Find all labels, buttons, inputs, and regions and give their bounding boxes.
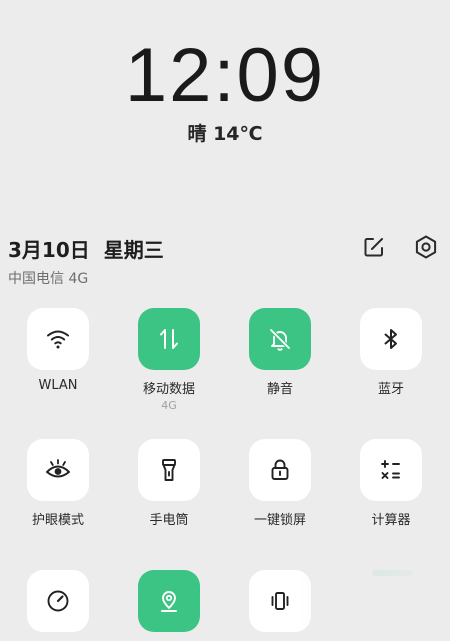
tile-mute[interactable]: 静音 <box>230 308 330 397</box>
tile-location[interactable] <box>119 570 219 632</box>
location-icon <box>161 591 177 612</box>
speedometer-icon <box>47 590 69 612</box>
flashlight-icon <box>162 459 176 481</box>
bell-muted-icon <box>269 328 291 351</box>
clock-time: 12:09 <box>124 33 326 118</box>
tile-label: WLAN <box>38 378 78 393</box>
tile-screen-lock[interactable]: 一键锁屏 <box>230 439 330 528</box>
tile-eye-mode[interactable]: 护眼模式 <box>8 439 108 528</box>
tile-speedometer[interactable] <box>8 570 108 632</box>
mobile-data-icon <box>160 329 178 349</box>
tile-wlan[interactable]: WLAN <box>8 308 108 393</box>
tile-label: 蓝牙 <box>377 382 404 397</box>
tile-label: 手电筒 <box>149 513 189 528</box>
tile-calculator[interactable]: 计算器 <box>341 439 441 528</box>
date-label: 3月10日 <box>8 238 90 262</box>
tile-flashlight[interactable]: 手电筒 <box>119 439 219 528</box>
date-display: 3月10日 星期三 <box>8 234 164 263</box>
carrier-status: 中国电信 4G <box>8 271 89 287</box>
settings-button[interactable] <box>412 233 440 261</box>
tile-label: 移动数据 <box>142 382 195 397</box>
settings-icon <box>415 235 437 259</box>
lock-icon <box>271 459 289 480</box>
weekday-label: 星期三 <box>103 238 164 262</box>
tile-sublabel: 4G <box>161 399 177 412</box>
weather-status: 晴 14℃ <box>187 123 263 145</box>
calculator-icon <box>381 460 400 479</box>
tile-label: 计算器 <box>371 513 411 528</box>
edit-button[interactable] <box>360 233 388 261</box>
bluetooth-icon <box>384 329 397 349</box>
tile-label: 一键锁屏 <box>253 513 306 528</box>
tile-label: 静音 <box>266 382 293 397</box>
vibrate-icon <box>271 592 289 610</box>
eye-icon <box>46 459 70 478</box>
tile-bluetooth[interactable]: 蓝牙 <box>341 308 441 397</box>
edit-icon <box>364 238 383 257</box>
tile-label: 护眼模式 <box>31 513 84 528</box>
wifi-icon <box>47 330 69 349</box>
watermark-fade <box>300 560 450 641</box>
tile-mobile-data[interactable]: 移动数据 4G <box>119 308 219 412</box>
